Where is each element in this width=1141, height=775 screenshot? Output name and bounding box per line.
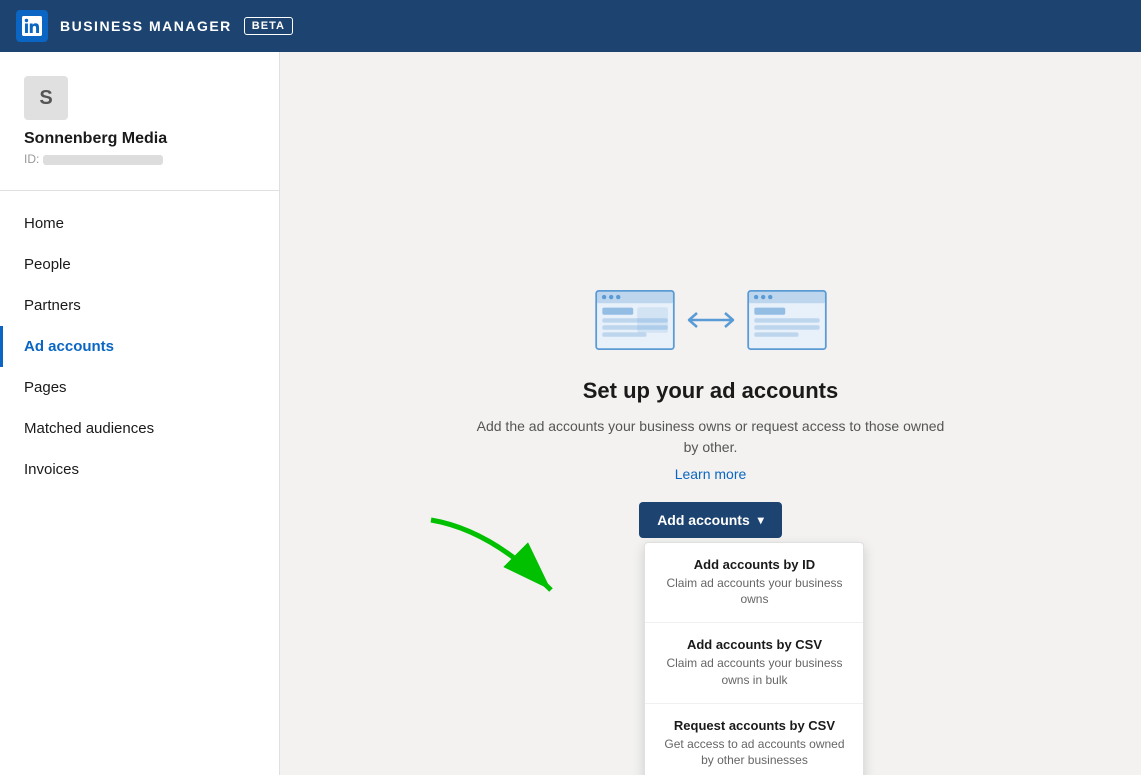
top-navigation: BUSINESS MANAGER BETA (0, 0, 1141, 52)
browser-icon-right (747, 290, 827, 350)
annotation-arrow (411, 510, 591, 610)
add-accounts-dropdown: Add accounts by ID Claim ad accounts you… (644, 542, 864, 775)
content-center: Set up your ad accounts Add the ad accou… (471, 290, 951, 538)
sidebar-item-pages[interactable]: Pages (0, 367, 279, 408)
beta-badge: BETA (244, 17, 293, 35)
company-avatar: S (24, 76, 68, 120)
dropdown-item-by-id[interactable]: Add accounts by ID Claim ad accounts you… (645, 543, 863, 624)
sidebar-item-invoices[interactable]: Invoices (0, 449, 279, 490)
dropdown-item-request-csv[interactable]: Request accounts by CSV Get access to ad… (645, 704, 863, 775)
main-layout: S Sonnenberg Media ID: Home People Partn… (0, 52, 1141, 775)
add-accounts-button[interactable]: Add accounts ▾ (639, 502, 782, 538)
setup-title: Set up your ad accounts (583, 378, 839, 404)
sidebar-item-partners[interactable]: Partners (0, 285, 279, 326)
illustration (595, 290, 827, 350)
add-accounts-wrapper: Add accounts ▾ Add accounts by ID Claim … (639, 502, 782, 538)
sidebar-item-ad-accounts[interactable]: Ad accounts (0, 326, 279, 367)
sidebar-item-home[interactable]: Home (0, 203, 279, 244)
sidebar: S Sonnenberg Media ID: Home People Partn… (0, 52, 280, 775)
dropdown-item-by-csv[interactable]: Add accounts by CSV Claim ad accounts yo… (645, 623, 863, 704)
app-title: BUSINESS MANAGER (60, 18, 232, 34)
browser-icon-left (595, 290, 675, 350)
company-name: Sonnenberg Media (24, 130, 255, 148)
chevron-down-icon: ▾ (758, 513, 764, 527)
transfer-arrow-icon (687, 308, 735, 332)
company-id-bar (43, 155, 163, 165)
sidebar-nav: Home People Partners Ad accounts Pages M… (0, 191, 279, 502)
main-content: Set up your ad accounts Add the ad accou… (280, 52, 1141, 775)
sidebar-item-people[interactable]: People (0, 244, 279, 285)
company-id: ID: (24, 152, 255, 166)
sidebar-item-matched-audiences[interactable]: Matched audiences (0, 408, 279, 449)
learn-more-link[interactable]: Learn more (675, 466, 747, 482)
linkedin-logo[interactable] (16, 10, 48, 42)
company-section: S Sonnenberg Media ID: (0, 76, 279, 191)
setup-description: Add the ad accounts your business owns o… (471, 416, 951, 458)
